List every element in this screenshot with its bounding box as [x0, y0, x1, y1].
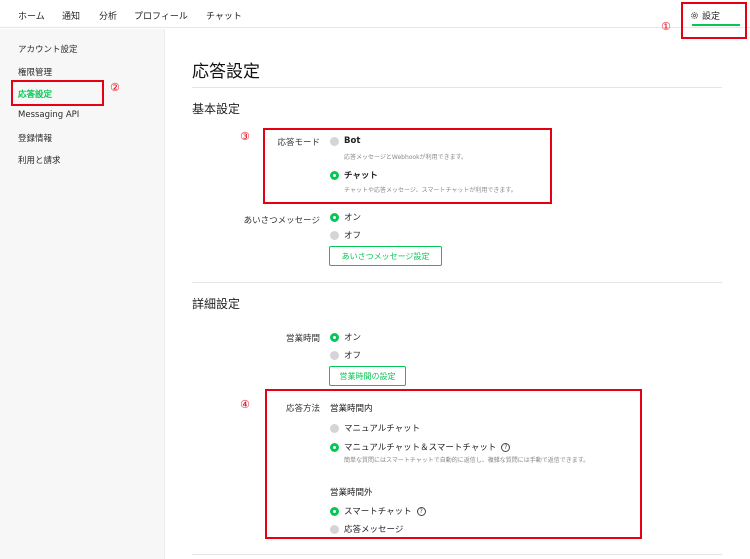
- section-title-basic: 基本設定: [192, 102, 241, 116]
- radio-hours-off-label: オフ: [344, 351, 362, 361]
- greeting-label: あいさつメッセージ: [243, 216, 320, 226]
- nav-analytics[interactable]: 分析: [99, 9, 117, 22]
- divider: [192, 87, 722, 88]
- radio-hours-on[interactable]: オン: [330, 331, 361, 343]
- radio-dot: [330, 350, 339, 360]
- annotation-number-3: ③: [240, 130, 250, 143]
- annotation-number-1: ①: [661, 20, 671, 33]
- divider: [192, 282, 722, 283]
- annotation-number-4: ④: [240, 398, 250, 411]
- business-hours-label: 営業時間: [285, 334, 320, 344]
- business-hours-settings-button[interactable]: 営業時間の設定: [329, 366, 406, 386]
- annotation-box-3: [263, 128, 552, 204]
- radio-greeting-off[interactable]: オフ: [330, 229, 361, 241]
- divider: [192, 554, 722, 555]
- nav-notifications[interactable]: 通知: [62, 9, 80, 22]
- radio-hours-off[interactable]: オフ: [330, 349, 361, 361]
- greeting-settings-button[interactable]: あいさつメッセージ設定: [329, 246, 442, 266]
- radio-dot-selected: [330, 332, 339, 342]
- sidebar-item-messaging-api[interactable]: Messaging API: [18, 110, 79, 120]
- radio-greeting-on[interactable]: オン: [330, 211, 361, 223]
- nav-home[interactable]: ホーム: [18, 9, 45, 22]
- sidebar-item-account-settings[interactable]: アカウント設定: [18, 43, 78, 55]
- radio-hours-on-label: オン: [344, 333, 362, 343]
- top-nav: ホーム 通知 分析 プロフィール チャット 設定: [0, 0, 750, 28]
- section-title-detail: 詳細設定: [192, 297, 241, 311]
- sidebar-item-registration-info[interactable]: 登録情報: [18, 132, 52, 144]
- annotation-box-2: [11, 80, 104, 106]
- annotation-number-2: ②: [110, 81, 120, 94]
- page-title: 応答設定: [192, 62, 260, 82]
- nav-profile[interactable]: プロフィール: [134, 9, 188, 22]
- annotation-box-4: [265, 389, 642, 539]
- radio-greeting-off-label: オフ: [344, 231, 362, 241]
- nav-chat[interactable]: チャット: [206, 9, 242, 22]
- radio-dot-selected: [330, 212, 339, 222]
- radio-dot: [330, 230, 339, 240]
- sidebar-item-usage-billing[interactable]: 利用と請求: [18, 154, 61, 166]
- radio-greeting-on-label: オン: [344, 213, 362, 223]
- annotation-box-1: [681, 2, 747, 39]
- sidebar-item-permissions[interactable]: 権限管理: [18, 66, 52, 78]
- sidebar: アカウント設定 権限管理 応答設定 Messaging API 登録情報 利用と…: [0, 29, 165, 559]
